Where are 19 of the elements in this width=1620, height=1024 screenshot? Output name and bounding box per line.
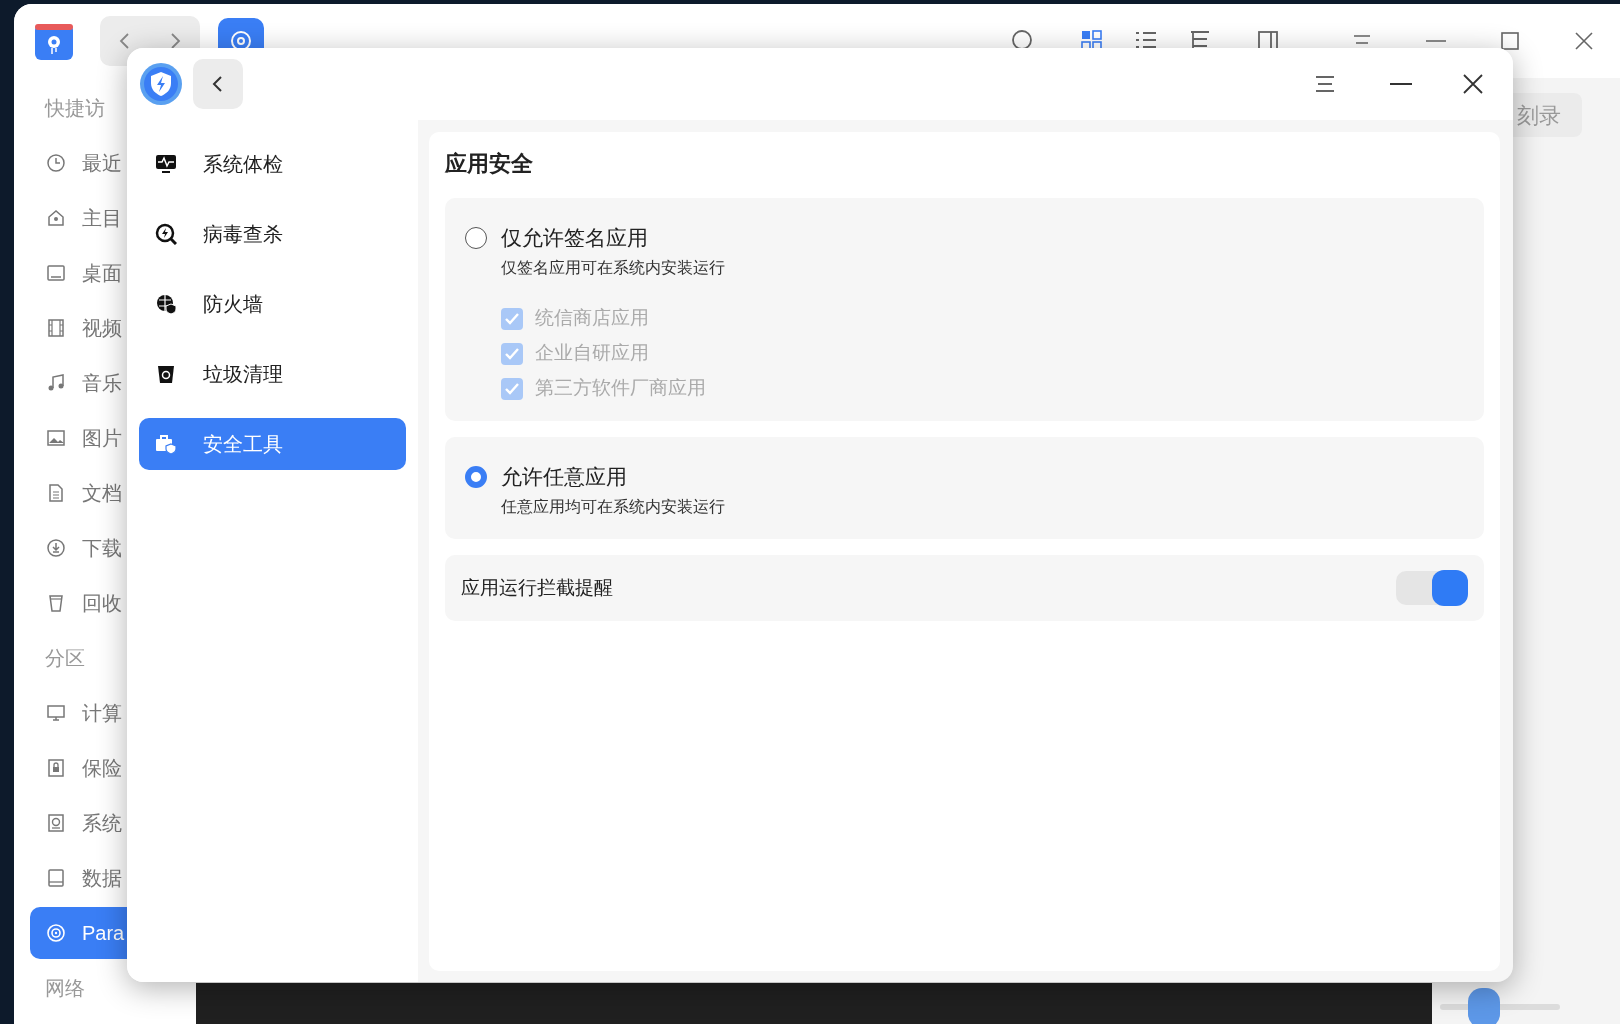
sidebar-heading: 网络: [45, 975, 85, 1001]
option-label: 仅允许签名应用: [501, 225, 648, 251]
sidebar-item[interactable]: 数据: [30, 851, 196, 904]
section-title: 应用安全: [445, 150, 534, 178]
option-description: 任意应用均可在系统内安装运行: [501, 497, 726, 517]
sidebar-item[interactable]: 下载: [30, 521, 196, 574]
menu-item[interactable]: 安全工具: [139, 418, 406, 470]
sidebar-heading: 快捷访: [45, 95, 105, 121]
checkbox-label: 第三方软件厂商应用: [535, 376, 706, 401]
option-label: 允许任意应用: [501, 464, 627, 490]
sidebar-item[interactable]: 系统: [30, 796, 196, 849]
setting-label: 应用运行拦截提醒: [461, 575, 614, 600]
sidebar-item[interactable]: 保险: [30, 741, 196, 794]
checkbox-label: 统信商店应用: [535, 306, 649, 331]
option-description: 仅签名应用可在系统内安装运行: [501, 258, 726, 278]
sidebar-item[interactable]: 回收: [30, 576, 196, 629]
checkbox-label: 企业自研应用: [535, 341, 649, 366]
sidebar-item[interactable]: 计算: [30, 686, 196, 739]
sidebar-heading: 分区: [45, 645, 85, 671]
